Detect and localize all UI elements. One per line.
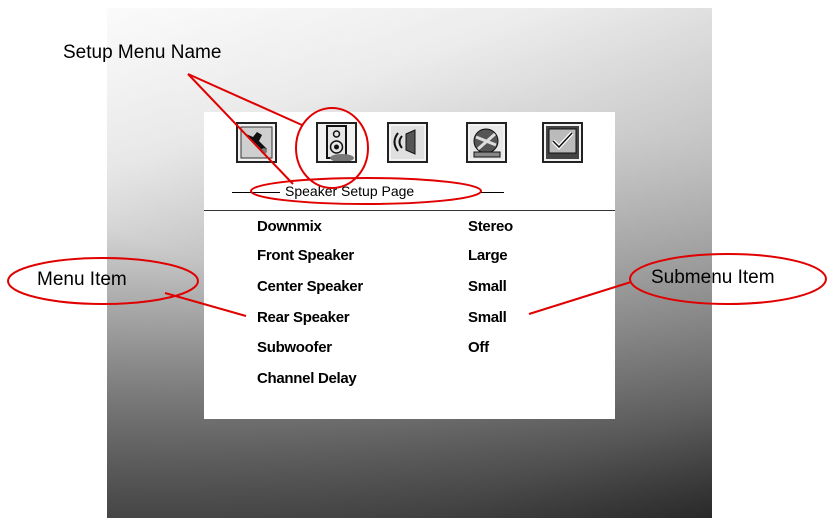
callout-circle-speaker-tab bbox=[295, 107, 369, 189]
callout-menu-item: Menu Item bbox=[37, 269, 127, 290]
pointer-line-to-submenu bbox=[528, 281, 632, 315]
pointer-line-to-title bbox=[187, 73, 294, 185]
pointer-line-to-menu-item bbox=[164, 292, 247, 317]
annotation-overlay bbox=[7, 73, 827, 317]
callout-ellipse-page-title bbox=[250, 177, 482, 205]
pointer-line-to-tab bbox=[187, 73, 303, 126]
callout-submenu-item: Submenu Item bbox=[651, 267, 775, 288]
callout-setup-menu-name: Setup Menu Name bbox=[63, 42, 222, 63]
